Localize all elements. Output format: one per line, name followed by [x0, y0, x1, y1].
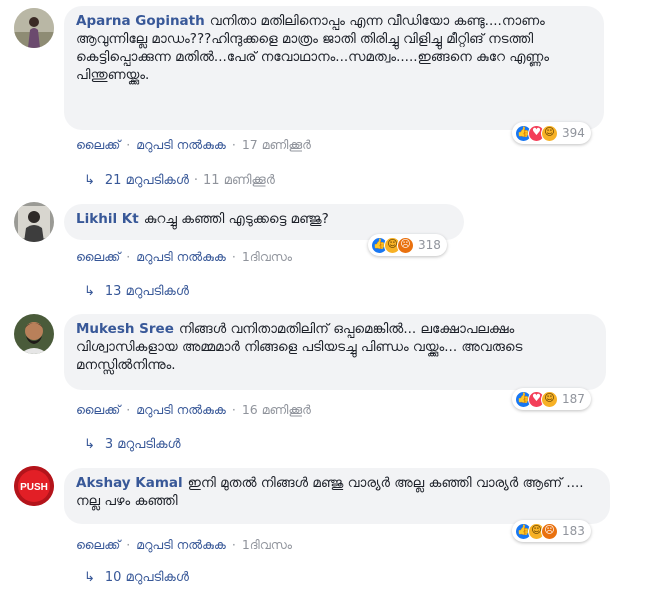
avatar[interactable] — [14, 202, 54, 242]
replies-count: 13 മറുപടികൾ — [104, 284, 189, 299]
separator: · — [126, 249, 131, 264]
avatar[interactable] — [14, 8, 54, 48]
comment-mukesh: Mukesh Sree നിങ്ങൾ വനിതാമതിലിന് ഒപ്പമെങ്ക… — [0, 308, 650, 460]
comment-author[interactable]: Aparna Gopinath — [76, 13, 205, 29]
reaction-count: 187 — [562, 392, 585, 406]
replies-count: 21 മറുപടികൾ — [104, 173, 189, 188]
separator: · — [231, 402, 236, 417]
reaction-count: 183 — [562, 524, 585, 538]
separator: · — [126, 137, 131, 152]
reaction-count: 394 — [562, 126, 585, 140]
view-replies-link[interactable]: ↳ 13 മറുപടികൾ — [84, 284, 189, 299]
laughing-face-icon: ☺ — [541, 390, 558, 408]
like-link[interactable]: ലൈക്ക് — [76, 537, 120, 552]
comment-author[interactable]: Likhil Kt — [76, 211, 139, 227]
like-link[interactable]: ലൈക്ക് — [76, 137, 120, 152]
separator: · — [126, 402, 131, 417]
comment-actions: ലൈക്ക് · മറുപടി നൽകുക · 1ദിവസം — [76, 249, 292, 265]
comment-timestamp[interactable]: 17 മണിക്കൂർ — [242, 137, 311, 152]
like-link[interactable]: ലൈക്ക് — [76, 402, 120, 417]
comment-akshay: PUSH Akshay Kamal ഇനി മുതൽ നിങ്ങൾ മഞ്ജു വ… — [0, 460, 650, 600]
reply-link[interactable]: മറുപടി നൽകുക — [136, 402, 226, 417]
comment-bubble: Akshay Kamal ഇനി മുതൽ നിങ്ങൾ മഞ്ജു വാര്യർ… — [64, 468, 610, 524]
comment-author[interactable]: Akshay Kamal — [76, 475, 183, 491]
comment-bubble: Aparna Gopinath വനിതാ മതിലിനൊപ്പം എന്ന വീ… — [64, 6, 604, 130]
reply-arrow-icon: ↳ — [84, 570, 95, 585]
avatar[interactable]: PUSH — [14, 466, 54, 506]
replies-count: 3 മറുപടികൾ — [104, 437, 181, 452]
view-replies-link[interactable]: ↳ 3 മറുപടികൾ — [84, 437, 181, 452]
reactions-summary[interactable]: 👍 ♥ ☺ 394 — [512, 122, 591, 144]
view-replies-link[interactable]: ↳ 21 മറുപടികൾ · 11 മണിക്കൂർ — [84, 173, 275, 188]
reactions-summary[interactable]: 👍 ♥ ☺ 187 — [512, 388, 591, 410]
comment-aparna: Aparna Gopinath വനിതാ മതിലിനൊപ്പം എന്ന വീ… — [0, 0, 650, 200]
replies-count: 10 മറുപടികൾ — [104, 570, 189, 585]
comment-timestamp[interactable]: 16 മണിക്കൂർ — [242, 402, 311, 417]
separator: · — [126, 537, 131, 552]
reactions-summary[interactable]: 👍 ☺ ☹ 183 — [512, 520, 591, 542]
comment-likhil: Likhil Kt കുറച്ചു കഞ്ഞി എടുക്കട്ടെ മഞ്ജു?… — [0, 200, 650, 308]
comment-text: കുറച്ചു കഞ്ഞി എടുക്കട്ടെ മഞ്ജു? — [143, 211, 329, 227]
view-replies-link[interactable]: ↳ 10 മറുപടികൾ — [84, 570, 189, 585]
angry-face-icon: ☹ — [541, 522, 558, 540]
comment-actions: ലൈക്ക് · മറുപടി നൽകുക · 17 മണിക്കൂർ — [76, 137, 311, 153]
separator: · — [231, 249, 236, 264]
reply-link[interactable]: മറുപടി നൽകുക — [136, 249, 226, 264]
comment-actions: ലൈക്ക് · മറുപടി നൽകുക · 16 മണിക്കൂർ — [76, 402, 311, 418]
comment-timestamp[interactable]: 1ദിവസം — [242, 249, 292, 264]
separator: · — [193, 173, 199, 188]
reactions-summary[interactable]: 👍 ☺ ☹ 318 — [368, 234, 447, 256]
reply-link[interactable]: മറുപടി നൽകുക — [136, 537, 226, 552]
reply-arrow-icon: ↳ — [84, 284, 95, 299]
separator: · — [231, 537, 236, 552]
comment-actions: ലൈക്ക് · മറുപടി നൽകുക · 1ദിവസം — [76, 537, 292, 553]
comment-bubble: Mukesh Sree നിങ്ങൾ വനിതാമതിലിന് ഒപ്പമെങ്ക… — [64, 314, 606, 390]
separator: · — [231, 137, 236, 152]
reaction-count: 318 — [418, 238, 441, 252]
reply-link[interactable]: മറുപടി നൽകുക — [136, 137, 226, 152]
reply-arrow-icon: ↳ — [84, 173, 95, 188]
comment-author[interactable]: Mukesh Sree — [76, 321, 174, 337]
like-link[interactable]: ലൈക്ക് — [76, 249, 120, 264]
comment-timestamp[interactable]: 1ദിവസം — [242, 537, 292, 552]
replies-timestamp: 11 മണിക്കൂർ — [203, 173, 275, 188]
push-logo-text: PUSH — [20, 482, 48, 493]
reply-arrow-icon: ↳ — [84, 437, 95, 452]
angry-face-icon: ☹ — [397, 236, 414, 254]
laughing-face-icon: ☺ — [541, 124, 558, 142]
avatar[interactable] — [14, 314, 54, 354]
